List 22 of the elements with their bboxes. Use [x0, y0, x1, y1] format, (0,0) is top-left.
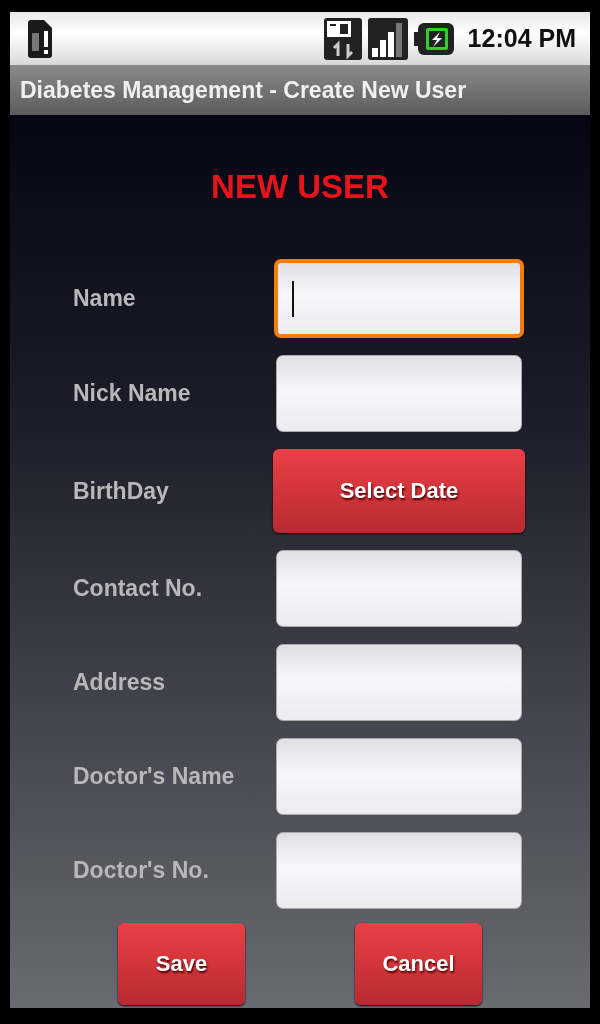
- field-label: Nick Name: [73, 380, 192, 407]
- field-label: Contact No.: [73, 575, 204, 602]
- input-field[interactable]: [274, 259, 524, 338]
- window-title: Diabetes Management - Create New User: [20, 76, 467, 104]
- input-field[interactable]: [276, 644, 522, 721]
- field-label: Name: [73, 285, 137, 312]
- save-button[interactable]: Save: [118, 923, 245, 1005]
- clock-time: 12:04 PM: [467, 24, 576, 53]
- 3g-data-icon: [323, 17, 362, 60]
- cancel-button[interactable]: Cancel: [355, 923, 482, 1005]
- select-date-button[interactable]: Select Date: [273, 449, 525, 533]
- input-field[interactable]: [276, 550, 522, 627]
- input-field[interactable]: [276, 355, 522, 432]
- signal-icon: [367, 17, 408, 60]
- battery-charging-icon: [413, 22, 454, 55]
- field-label: Doctor's Name: [73, 763, 236, 790]
- field-label: Address: [73, 669, 167, 696]
- form-heading: NEW USER: [210, 167, 390, 207]
- field-label: Doctor's No.: [73, 857, 210, 884]
- input-field[interactable]: [276, 738, 522, 815]
- input-field[interactable]: [276, 832, 522, 909]
- field-label: BirthDay: [73, 477, 170, 505]
